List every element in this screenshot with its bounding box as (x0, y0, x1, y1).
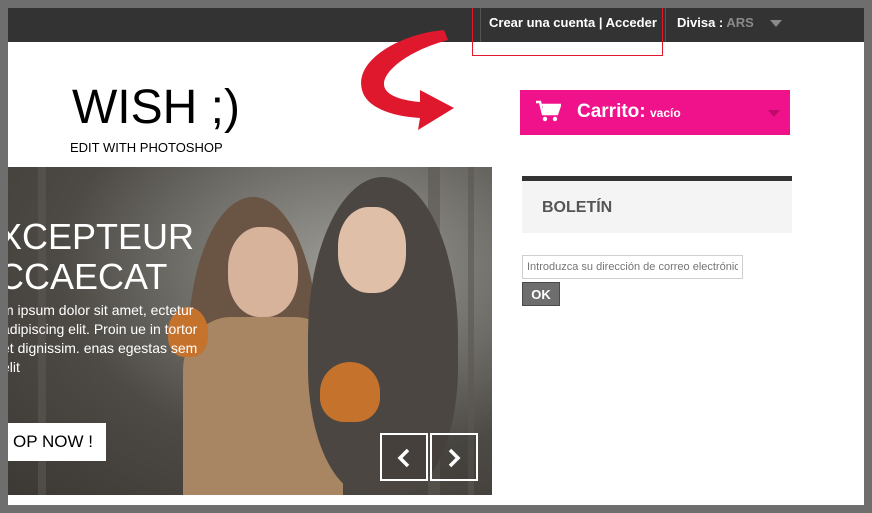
cart-button[interactable]: Carrito: vacío (520, 90, 790, 135)
slide-text: m ipsum dolor sit amet, ectetur adipisci… (8, 302, 198, 375)
slider-prev-button[interactable] (380, 433, 428, 481)
newsletter-email-input[interactable] (522, 255, 743, 279)
shopping-cart-icon (536, 100, 561, 122)
photo-mitten (320, 362, 380, 422)
chevron-right-icon (448, 448, 461, 468)
currency-selector[interactable]: Divisa : ARS (677, 8, 754, 42)
cart-value: vacío (650, 106, 681, 120)
currency-value: ARS (726, 15, 754, 30)
currency-label: Divisa : (677, 15, 724, 30)
chevron-down-icon[interactable] (770, 20, 782, 27)
slider-next-button[interactable] (430, 433, 478, 481)
chevron-left-icon (397, 448, 410, 468)
photo-face-left (228, 227, 298, 317)
photo-face-right (338, 207, 406, 293)
slide-heading-line1: XCEPTEUR (8, 216, 195, 257)
newsletter-block: BOLETÍN (522, 176, 792, 233)
page: Crear una cuenta | Acceder Divisa : ARS … (8, 8, 864, 505)
logo-subtitle: EDIT WITH PHOTOSHOP (70, 140, 223, 155)
red-arrow-icon (361, 30, 454, 130)
chevron-down-icon (768, 110, 780, 117)
newsletter-submit-button[interactable]: OK (522, 282, 560, 306)
shop-now-button[interactable]: OP NOW ! (8, 423, 106, 461)
logo-title: WISH ;) (72, 81, 240, 134)
slide-heading: XCEPTEUR CCAECAT (8, 217, 194, 297)
slide-heading-line2: CCAECAT (8, 256, 168, 297)
cart-label: Carrito: (577, 101, 646, 122)
hero-slider: XCEPTEUR CCAECAT m ipsum dolor sit amet,… (8, 167, 492, 495)
newsletter-title: BOLETÍN (542, 199, 613, 216)
